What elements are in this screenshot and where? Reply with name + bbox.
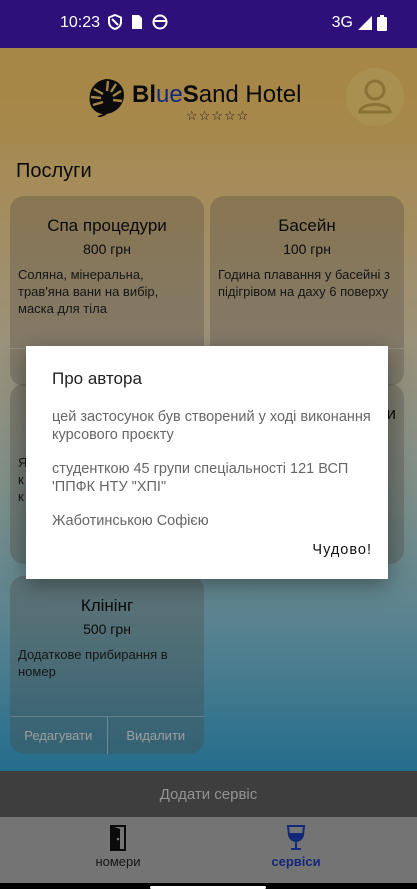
dialog-ok-button[interactable]: Чудово! [312, 542, 372, 558]
shield-icon [108, 14, 122, 30]
dialog-title: Про автора [52, 369, 142, 388]
status-notification-icons [108, 14, 168, 30]
face-icon [152, 14, 168, 30]
battery-icon [377, 15, 387, 31]
network-type: 3G [331, 14, 353, 31]
sim-card-icon [132, 15, 142, 29]
status-right: 3G [332, 14, 387, 32]
status-time: 10:23 [60, 14, 101, 31]
dialog-text: студенткою 45 групи спеціальності 121 ВС… [52, 461, 349, 495]
dialog-text: Жаботинською Софією [52, 513, 209, 529]
dialog-text: цей застосунок був створений у ході вико… [52, 409, 371, 443]
status-bar: 10:23 3G [0, 0, 417, 48]
signal-icon [358, 16, 372, 30]
about-author-dialog: Про автора цей застосунок був створений … [26, 346, 388, 579]
